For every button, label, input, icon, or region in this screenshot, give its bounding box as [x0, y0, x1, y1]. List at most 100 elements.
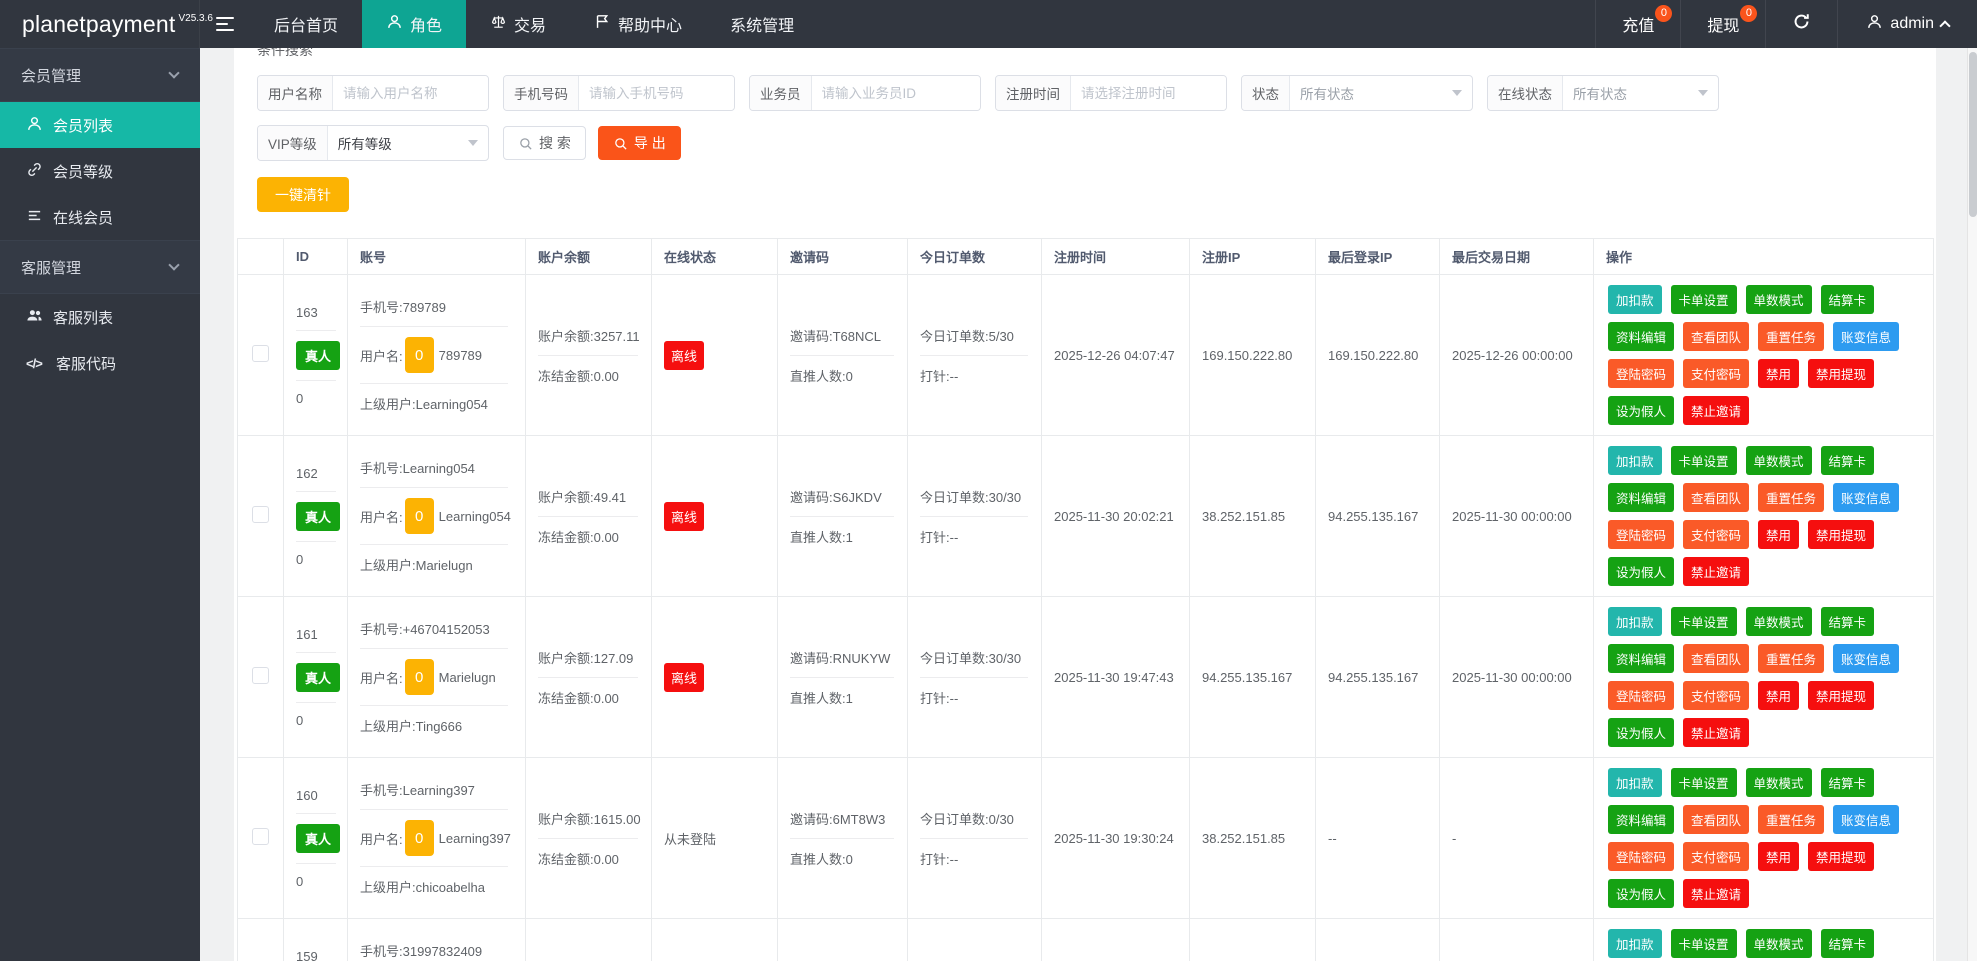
action-set-as-fake-button[interactable]: 设为假人: [1608, 879, 1675, 908]
row-checkbox[interactable]: [252, 667, 269, 684]
action-view-team-button[interactable]: 查看团队: [1683, 483, 1750, 512]
sidebar-item-online-members[interactable]: 在线会员: [0, 194, 200, 240]
nav-item-system[interactable]: 系统管理: [706, 0, 818, 48]
action-card-order-settings-button[interactable]: 卡单设置: [1670, 768, 1737, 797]
action-profile-edit-button[interactable]: 资料编辑: [1608, 483, 1675, 512]
salesman-input[interactable]: [811, 76, 980, 110]
action-card-order-settings-button[interactable]: 卡单设置: [1670, 607, 1737, 636]
action-login-password-button[interactable]: 登陆密码: [1608, 681, 1675, 710]
online-status-select[interactable]: 所有状态: [1563, 76, 1718, 110]
cell-account: 手机号:789789 用户名: 0 789789 上级用户:Learning05…: [347, 274, 526, 436]
nav-item-dashboard[interactable]: 后台首页: [250, 0, 362, 48]
action-ban-invite-button[interactable]: 禁止邀请: [1683, 879, 1750, 908]
action-set-as-fake-button[interactable]: 设为假人: [1608, 718, 1675, 747]
action-login-password-button[interactable]: 登陆密码: [1608, 359, 1675, 388]
action-add-deduct-button[interactable]: 加扣款: [1608, 768, 1662, 797]
action-card-order-settings-button[interactable]: 卡单设置: [1670, 285, 1737, 314]
action-add-deduct-button[interactable]: 加扣款: [1608, 929, 1662, 958]
withdraw-button[interactable]: 提现 0: [1680, 0, 1765, 48]
action-account-change-info-button[interactable]: 账变信息: [1833, 483, 1900, 512]
action-set-as-fake-button[interactable]: 设为假人: [1608, 557, 1675, 586]
action-add-deduct-button[interactable]: 加扣款: [1608, 285, 1662, 314]
action-pay-password-button[interactable]: 支付密码: [1683, 842, 1750, 871]
sidebar-item-member-level[interactable]: 会员等级: [0, 148, 200, 194]
status-select[interactable]: 所有状态: [1290, 76, 1472, 110]
action-order-count-mode-button[interactable]: 单数模式: [1745, 285, 1812, 314]
action-disable-withdraw-button[interactable]: 禁用提现: [1808, 681, 1875, 710]
action-settlement-card-button[interactable]: 结算卡: [1820, 768, 1875, 797]
sidebar-group-support-management[interactable]: 客服管理: [0, 240, 200, 294]
action-card-order-settings-button[interactable]: 卡单设置: [1670, 929, 1737, 958]
action-reset-task-button[interactable]: 重置任务: [1758, 322, 1825, 351]
action-profile-edit-button[interactable]: 资料编辑: [1608, 805, 1675, 834]
register-time-input[interactable]: [1071, 76, 1226, 110]
action-profile-edit-button[interactable]: 资料编辑: [1608, 644, 1675, 673]
action-account-change-info-button[interactable]: 账变信息: [1833, 805, 1900, 834]
action-ban-invite-button[interactable]: 禁止邀请: [1683, 396, 1750, 425]
action-disable-button[interactable]: 禁用: [1758, 359, 1800, 388]
action-settlement-card-button[interactable]: 结算卡: [1820, 285, 1875, 314]
search-button[interactable]: 搜 索: [503, 126, 586, 160]
action-login-password-button[interactable]: 登陆密码: [1608, 842, 1675, 871]
action-disable-button[interactable]: 禁用: [1758, 520, 1800, 549]
sidebar-item-support-list[interactable]: 客服列表: [0, 294, 200, 340]
menu-fold-icon[interactable]: [200, 0, 250, 48]
action-account-change-info-button[interactable]: 账变信息: [1833, 644, 1900, 673]
action-view-team-button[interactable]: 查看团队: [1683, 805, 1750, 834]
action-add-deduct-button[interactable]: 加扣款: [1608, 446, 1662, 475]
action-reset-task-button[interactable]: 重置任务: [1758, 644, 1825, 673]
phone-input[interactable]: [579, 76, 734, 110]
action-profile-edit-button[interactable]: 资料编辑: [1608, 322, 1675, 351]
action-ban-invite-button[interactable]: 禁止邀请: [1683, 718, 1750, 747]
action-order-count-mode-button[interactable]: 单数模式: [1745, 607, 1812, 636]
action-disable-withdraw-button[interactable]: 禁用提现: [1808, 359, 1875, 388]
sidebar-item-support-code[interactable]: </> 客服代码: [0, 340, 200, 386]
action-view-team-button[interactable]: 查看团队: [1683, 322, 1750, 351]
refresh-button[interactable]: [1765, 0, 1837, 48]
action-ban-invite-button[interactable]: 禁止邀请: [1683, 557, 1750, 586]
vip-level-select[interactable]: 所有等级: [328, 126, 488, 160]
action-order-count-mode-button[interactable]: 单数模式: [1745, 446, 1812, 475]
row-checkbox[interactable]: [252, 345, 269, 362]
action-disable-button[interactable]: 禁用: [1758, 681, 1800, 710]
action-disable-button[interactable]: 禁用: [1758, 842, 1800, 871]
one-key-clear-button[interactable]: 一键清针: [257, 177, 349, 212]
action-pay-password-button[interactable]: 支付密码: [1683, 681, 1750, 710]
account-balance: 账户余额:127.09: [538, 650, 634, 666]
recharge-button[interactable]: 充值 0: [1595, 0, 1680, 48]
register-ip: 38.252.151.85: [1189, 757, 1316, 919]
action-set-as-fake-button[interactable]: 设为假人: [1608, 396, 1675, 425]
row-checkbox[interactable]: [252, 828, 269, 845]
action-add-deduct-button[interactable]: 加扣款: [1608, 607, 1662, 636]
scales-icon: [490, 13, 507, 35]
action-disable-withdraw-button[interactable]: 禁用提现: [1808, 520, 1875, 549]
sidebar-group-member-management[interactable]: 会员管理: [0, 48, 200, 102]
direct-referrals: 直推人数:1: [790, 690, 853, 706]
action-reset-task-button[interactable]: 重置任务: [1758, 805, 1825, 834]
member-table: ID 账号 账户余额 在线状态 邀请码 今日订单数 注册时间 注册IP 最后登录…: [237, 238, 1934, 961]
nav-item-roles[interactable]: 角色: [362, 0, 467, 48]
user-menu[interactable]: admin: [1837, 0, 1977, 48]
action-order-count-mode-button[interactable]: 单数模式: [1745, 929, 1812, 958]
action-pay-password-button[interactable]: 支付密码: [1683, 359, 1750, 388]
action-reset-task-button[interactable]: 重置任务: [1758, 483, 1825, 512]
caret-up-icon: [1939, 20, 1951, 32]
nav-item-help-center[interactable]: 帮助中心: [570, 0, 706, 48]
action-settlement-card-button[interactable]: 结算卡: [1820, 446, 1875, 475]
username-input[interactable]: [333, 76, 488, 110]
action-view-team-button[interactable]: 查看团队: [1683, 644, 1750, 673]
action-disable-withdraw-button[interactable]: 禁用提现: [1808, 842, 1875, 871]
action-settlement-card-button[interactable]: 结算卡: [1820, 607, 1875, 636]
sidebar-item-member-list[interactable]: 会员列表: [0, 102, 200, 148]
action-login-password-button[interactable]: 登陆密码: [1608, 520, 1675, 549]
page-scrollbar[interactable]: [1967, 48, 1977, 961]
action-card-order-settings-button[interactable]: 卡单设置: [1670, 446, 1737, 475]
action-pay-password-button[interactable]: 支付密码: [1683, 520, 1750, 549]
nav-item-transactions[interactable]: 交易: [466, 0, 570, 48]
action-settlement-card-button[interactable]: 结算卡: [1820, 929, 1875, 958]
row-checkbox[interactable]: [252, 506, 269, 523]
scrollbar-thumb[interactable]: [1969, 52, 1977, 217]
action-account-change-info-button[interactable]: 账变信息: [1833, 322, 1900, 351]
action-order-count-mode-button[interactable]: 单数模式: [1745, 768, 1812, 797]
export-button[interactable]: 导 出: [597, 126, 681, 160]
